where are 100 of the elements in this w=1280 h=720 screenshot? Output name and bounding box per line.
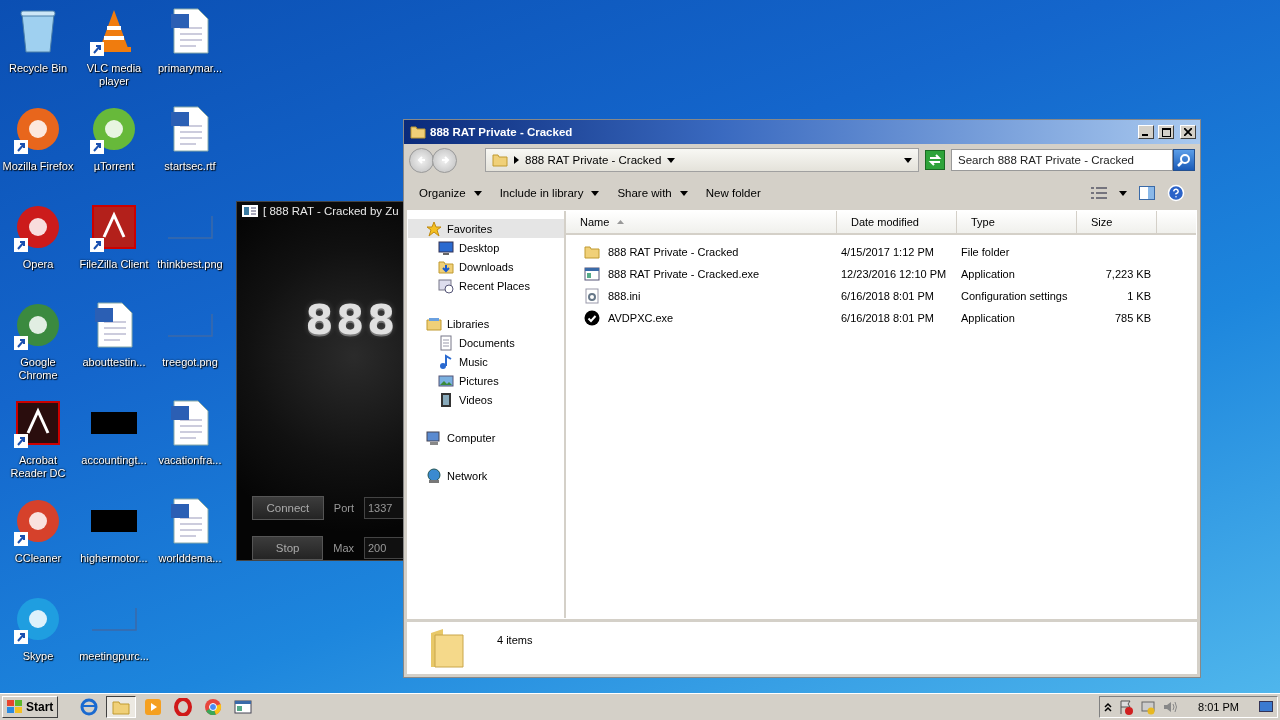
icon-label[interactable]: meetingpurc... xyxy=(79,650,149,663)
type-cell-text: File folder xyxy=(960,246,1011,258)
taskbar-button[interactable] xyxy=(106,696,137,718)
shortcut-arrow-icon xyxy=(14,336,28,350)
toolbar-button[interactable]: Include in library xyxy=(499,185,600,201)
shortcut-arrow-icon xyxy=(14,532,28,546)
nav-item[interactable]: Network xyxy=(408,466,564,485)
nav-item[interactable]: Libraries xyxy=(408,314,564,333)
date-cell-text: 6/16/2018 8:01 PM xyxy=(840,312,935,324)
close-icon xyxy=(1184,128,1192,136)
image-thumbnail-icon xyxy=(91,607,137,631)
column-header[interactable]: Size xyxy=(1077,211,1157,233)
icon-label[interactable]: treegot.png xyxy=(162,356,218,369)
refresh-icon xyxy=(928,154,942,166)
icon-label[interactable]: worlddema... xyxy=(158,552,222,565)
close-button[interactable] xyxy=(1180,125,1196,139)
gear-icon xyxy=(584,288,600,304)
shortcut-arrow-icon xyxy=(90,140,104,154)
icon-label[interactable]: accountingt... xyxy=(81,454,147,467)
document-icon xyxy=(438,334,454,351)
column-header[interactable]: Type xyxy=(957,211,1077,233)
icon-label[interactable]: Google Chrome xyxy=(1,356,75,382)
nav-item[interactable]: Favorites xyxy=(408,219,564,238)
window-title: 888 RAT Private - Cracked xyxy=(430,126,574,138)
toolbar-button[interactable]: Share with xyxy=(617,185,688,201)
nav-item[interactable]: Documents xyxy=(408,333,564,352)
toolbar-button[interactable]: Organize xyxy=(419,185,482,201)
icon-label[interactable]: Acrobat Reader DC xyxy=(1,454,75,480)
toolbar-button[interactable]: New folder xyxy=(705,185,761,201)
chevron-up-icon[interactable] xyxy=(1104,702,1113,712)
type-cell-text: Application xyxy=(960,312,1016,324)
caret-icon xyxy=(1119,190,1127,196)
icon-label[interactable]: VLC media player xyxy=(77,62,151,88)
nav-item[interactable]: Videos xyxy=(408,390,564,409)
type-cell-text: Application xyxy=(960,268,1016,280)
column-header[interactable]: Name xyxy=(566,211,837,233)
date-cell-text: 6/16/2018 8:01 PM xyxy=(840,290,935,302)
input-field[interactable]: 1337 xyxy=(364,497,404,519)
icon-label[interactable]: abouttestin... xyxy=(82,356,146,369)
chrome-icon xyxy=(204,698,223,716)
folder-icon xyxy=(429,627,465,669)
icon-label[interactable]: CCleaner xyxy=(14,552,62,565)
action-button[interactable]: Connect xyxy=(252,496,324,520)
folder-icon xyxy=(410,124,426,140)
shortcut-arrow-icon xyxy=(14,140,28,154)
minimize-button[interactable] xyxy=(1138,125,1154,139)
nav-item[interactable]: Recent Places xyxy=(408,276,564,295)
monitor-icon xyxy=(438,239,454,256)
library-icon xyxy=(426,315,442,332)
view-list-icon[interactable] xyxy=(1091,186,1107,200)
browser-icon xyxy=(80,698,99,716)
document-icon xyxy=(170,498,210,544)
forward-arrow-icon xyxy=(439,155,450,165)
chevron-icon xyxy=(514,156,519,164)
search-button[interactable] xyxy=(1173,149,1195,171)
file-name[interactable]: 888 RAT Private - Cracked xyxy=(604,246,739,258)
windows-logo-icon xyxy=(7,700,23,714)
icon-label[interactable]: startsec.rtf xyxy=(164,160,216,173)
show-desktop-icon[interactable] xyxy=(1259,700,1273,714)
preview-pane-icon[interactable] xyxy=(1139,186,1155,200)
nav-item[interactable]: Music xyxy=(408,352,564,371)
search-field[interactable]: Search 888 RAT Private - Cracked xyxy=(951,149,1173,171)
help-icon[interactable] xyxy=(1167,184,1185,202)
flag-icon[interactable] xyxy=(1118,699,1135,715)
nav-item[interactable]: Downloads xyxy=(408,257,564,276)
nav-item[interactable]: Computer xyxy=(408,428,564,447)
app-logo: 888 xyxy=(305,297,398,343)
start-button[interactable]: Start xyxy=(2,696,59,718)
network-icon xyxy=(426,467,442,484)
action-button[interactable]: Stop xyxy=(252,536,324,560)
date-cell-text: 4/15/2017 1:12 PM xyxy=(840,246,935,258)
icon-label[interactable]: vacationfra... xyxy=(158,454,222,467)
nav-item[interactable]: Pictures xyxy=(408,371,564,390)
item-count: 4 items xyxy=(497,634,533,646)
breadcrumb-link[interactable]: 888 RAT Private - Cracked xyxy=(525,154,662,166)
icon-label[interactable]: primarymar... xyxy=(157,62,223,75)
forward-button[interactable] xyxy=(432,147,457,173)
caret-icon xyxy=(679,190,688,196)
icon-label[interactable]: µTorrent xyxy=(93,160,135,173)
column-header[interactable]: Date modified xyxy=(837,211,957,233)
recycle-bin-icon xyxy=(18,8,58,54)
icon-label[interactable]: Skype xyxy=(22,650,54,663)
refresh-button[interactable] xyxy=(925,150,945,170)
icon-label[interactable]: Mozilla Firefox xyxy=(2,160,74,173)
icon-label[interactable]: highermotor... xyxy=(80,552,148,565)
file-name[interactable]: 888.ini xyxy=(604,290,641,302)
file-name[interactable]: 888 RAT Private - Cracked.exe xyxy=(604,268,760,280)
icon-label[interactable]: Opera xyxy=(22,258,54,271)
icon-label[interactable]: Recycle Bin xyxy=(8,62,68,75)
maximize-button[interactable] xyxy=(1158,125,1174,139)
address-bar[interactable]: 888 RAT Private - Cracked xyxy=(485,148,919,172)
icon-label[interactable]: FileZilla Client xyxy=(79,258,149,271)
icon-label[interactable]: thinkbest.png xyxy=(157,258,223,271)
file-name[interactable]: AVDPXC.exe xyxy=(604,312,674,324)
type-cell-text: Configuration settings xyxy=(960,290,1069,302)
back-button[interactable] xyxy=(409,147,434,173)
window-title: [ 888 RAT - Cracked by Zu xyxy=(263,205,399,217)
folder-icon xyxy=(492,152,508,168)
nav-item[interactable]: Desktop xyxy=(408,238,564,257)
input-field[interactable]: 200 xyxy=(364,537,404,559)
